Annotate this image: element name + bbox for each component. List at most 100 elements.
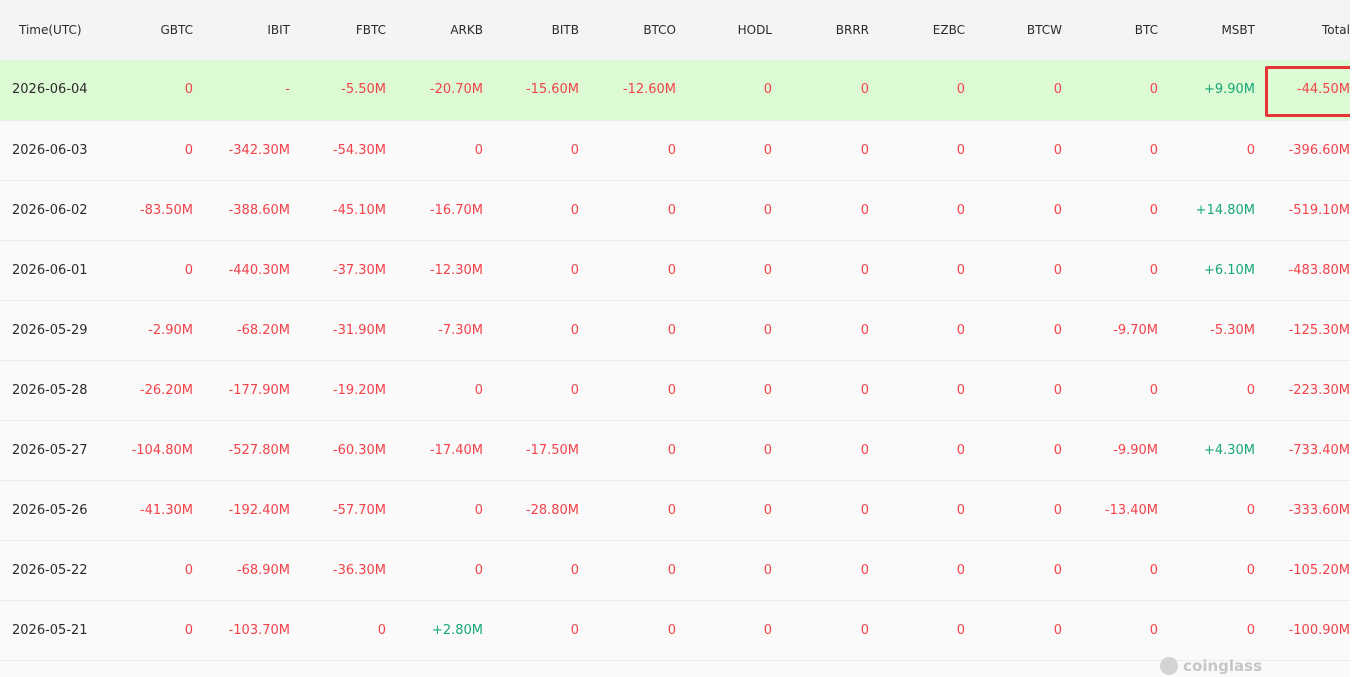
date-cell: 2026-05-29 xyxy=(0,300,106,360)
cell-value: -733.40M xyxy=(1288,442,1350,458)
flow-cell: 0 xyxy=(686,480,782,540)
cell-value: 2026-05-22 xyxy=(12,562,88,578)
table-row[interactable]: 2026-06-02 -83.50M -388.60M -45.10M -16.70M 0… xyxy=(0,180,1350,240)
flow-cell: 0 xyxy=(975,420,1072,480)
date-cell: 2026-05-22 xyxy=(0,540,106,600)
cell-value: +14.80M xyxy=(1195,202,1255,218)
flow-cell: -57.70M xyxy=(300,480,396,540)
cell-value: 2026-06-02 xyxy=(12,202,88,218)
flow-cell: -103.70M xyxy=(203,600,300,660)
column-header-brrr[interactable]: BRRR xyxy=(782,0,879,60)
flow-cell: 0 xyxy=(879,120,975,180)
cell-value: 0 xyxy=(570,202,579,218)
cell-value: -105.20M xyxy=(1288,562,1350,578)
flow-cell: 0 xyxy=(1168,600,1265,660)
column-header-btc[interactable]: BTC xyxy=(1072,0,1168,60)
cell-value: 0 xyxy=(667,562,676,578)
total-cell: -223.30M xyxy=(1265,360,1350,420)
cell-value: 0 xyxy=(956,202,965,218)
date-cell: 2026-05-28 xyxy=(0,360,106,420)
flow-cell: 0 xyxy=(493,540,589,600)
cell-value: -68.90M xyxy=(236,562,290,578)
table-row[interactable]: 2026-06-03 0 -342.30M -54.30M 0 0 0 0 0 0 0 0 0 -396.… xyxy=(0,120,1350,180)
flow-cell: 0 xyxy=(300,600,396,660)
cell-value: -44.50M xyxy=(1296,82,1350,98)
cell-value: -13.40M xyxy=(1104,502,1158,518)
flow-cell: -9.90M xyxy=(1072,420,1168,480)
flow-cell: -12.30M xyxy=(396,240,493,300)
column-header-bitb[interactable]: BITB xyxy=(493,0,589,60)
column-header-time-utc[interactable]: Time(UTC) xyxy=(0,0,106,60)
column-header-fbtc[interactable]: FBTC xyxy=(300,0,396,60)
column-header-btco[interactable]: BTCO xyxy=(589,0,686,60)
cell-value: -16.70M xyxy=(429,202,483,218)
etf-flow-table-panel: Time(UTC) GBTC IBIT FBTC ARKB BITB BTCO HODL BRR… xyxy=(0,0,1350,677)
total-cell: -105.20M xyxy=(1265,540,1350,600)
table-row[interactable]: 2026-06-04 0 - -5.50M -20.70M -15.60M -12.60M 0… xyxy=(0,60,1350,120)
column-header-arkb[interactable]: ARKB xyxy=(396,0,493,60)
table-header: Time(UTC) GBTC IBIT FBTC ARKB BITB BTCO HODL BRR… xyxy=(0,0,1350,60)
column-header-btcw[interactable]: BTCW xyxy=(975,0,1072,60)
table-row[interactable]: 2026-05-26 -41.30M -192.40M -57.70M 0 -28.80M… xyxy=(0,480,1350,540)
flow-cell: 0 xyxy=(1168,120,1265,180)
table-row[interactable]: 2026-05-27 -104.80M -527.80M -60.30M -17.40M… xyxy=(0,420,1350,480)
flow-cell: 0 xyxy=(879,60,975,120)
cell-value: 0 xyxy=(474,142,483,158)
cell-value: 0 xyxy=(956,562,965,578)
cell-value: 0 xyxy=(763,562,772,578)
flow-cell: 0 xyxy=(589,180,686,240)
table-row[interactable]: 2026-05-22 0 -68.90M -36.30M 0 0 0 0 0 0 0 0 0 -105.2… xyxy=(0,540,1350,600)
column-header-msbt[interactable]: MSBT xyxy=(1168,0,1265,60)
flow-cell: 0 xyxy=(782,420,879,480)
flow-cell: 0 xyxy=(1168,360,1265,420)
cell-value: 0 xyxy=(570,382,579,398)
cell-value: 0 xyxy=(377,622,386,638)
cell-value: 2026-06-03 xyxy=(12,142,88,158)
table-row[interactable]: 2026-06-01 0 -440.30M -37.30M -12.30M 0 0 0 0 0 0 0… xyxy=(0,240,1350,300)
cell-value: -20.70M xyxy=(429,82,483,98)
flow-cell: -37.30M xyxy=(300,240,396,300)
cell-value: 0 xyxy=(1149,142,1158,158)
cell-value: - xyxy=(285,82,290,98)
cell-value: -388.60M xyxy=(228,202,290,218)
date-cell: 2026-05-26 xyxy=(0,480,106,540)
cell-value: -41.30M xyxy=(139,502,193,518)
column-header-ibit[interactable]: IBIT xyxy=(203,0,300,60)
cell-value: -192.40M xyxy=(228,502,290,518)
cell-value: -57.70M xyxy=(332,502,386,518)
cell-value: 2026-05-21 xyxy=(12,622,88,638)
cell-value: -100.90M xyxy=(1288,622,1350,638)
cell-value: -103.70M xyxy=(228,622,290,638)
flow-cell: 0 xyxy=(879,600,975,660)
flow-cell: 0 xyxy=(493,600,589,660)
table-row[interactable]: 2026-05-28 -26.20M -177.90M -19.20M 0 0 0 0 0 0 0 0… xyxy=(0,360,1350,420)
cell-value: -45.10M xyxy=(332,202,386,218)
flow-cell: 0 xyxy=(396,360,493,420)
cell-value: -7.30M xyxy=(438,322,483,338)
cell-value: 0 xyxy=(1053,442,1062,458)
cell-value: -31.90M xyxy=(332,322,386,338)
flow-cell: 0 xyxy=(589,480,686,540)
column-header-gbtc[interactable]: GBTC xyxy=(106,0,203,60)
flow-cell: 0 xyxy=(493,180,589,240)
cell-value: 0 xyxy=(667,442,676,458)
total-cell: -333.60M xyxy=(1265,480,1350,540)
cell-value: 0 xyxy=(1053,82,1062,98)
cell-value: -333.60M xyxy=(1288,502,1350,518)
column-header-ezbc[interactable]: EZBC xyxy=(879,0,975,60)
cell-value: 2026-06-04 xyxy=(12,82,88,98)
column-header-hodl[interactable]: HODL xyxy=(686,0,782,60)
cell-value: 0 xyxy=(570,142,579,158)
cell-value: -483.80M xyxy=(1288,262,1350,278)
flow-cell: 0 xyxy=(879,240,975,300)
table-row[interactable]: 2026-05-29 -2.90M -68.20M -31.90M -7.30M 0 0 0 0… xyxy=(0,300,1350,360)
cell-value: 0 xyxy=(1246,562,1255,578)
table-row[interactable]: 2026-05-21 0 -103.70M 0 +2.80M 0 0 0 0 0 0 0 0 -100.9… xyxy=(0,600,1350,660)
total-cell: -125.30M xyxy=(1265,300,1350,360)
cell-value: 0 xyxy=(1053,622,1062,638)
flow-cell: 0 xyxy=(589,420,686,480)
flow-cell: 0 xyxy=(879,480,975,540)
flow-cell: -9.70M xyxy=(1072,300,1168,360)
flow-cell: 0 xyxy=(686,540,782,600)
column-header-total[interactable]: Total xyxy=(1265,0,1350,60)
